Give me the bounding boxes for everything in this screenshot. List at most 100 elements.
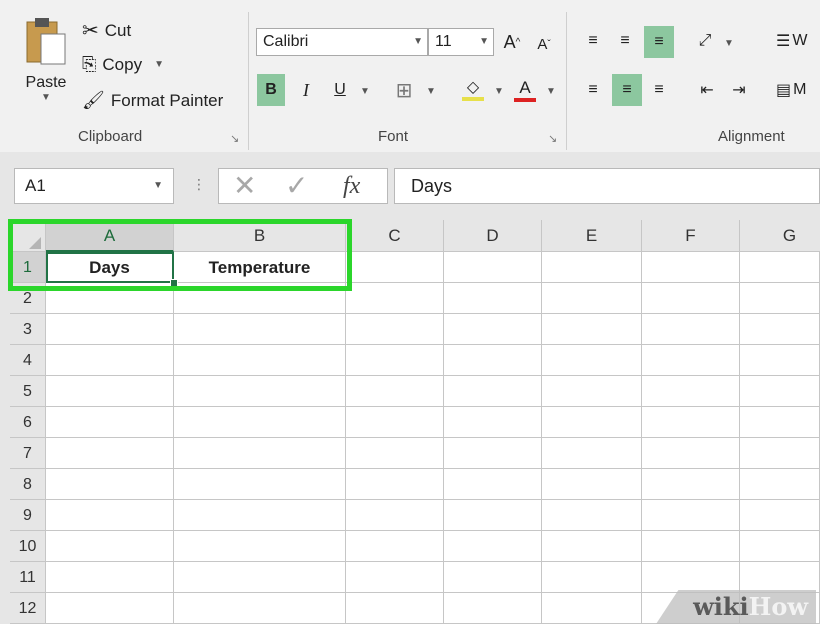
- row-header-10[interactable]: 10: [10, 531, 46, 562]
- font-color-button[interactable]: A: [510, 74, 540, 106]
- cut-button[interactable]: ✂ Cut: [82, 18, 131, 43]
- cancel-icon[interactable]: ✕: [233, 169, 256, 203]
- cell-c12[interactable]: [346, 593, 444, 624]
- cell-d2[interactable]: [444, 283, 542, 314]
- decrease-indent-button[interactable]: ⇤: [694, 74, 720, 106]
- cell-g6[interactable]: [740, 407, 820, 438]
- column-header-g[interactable]: G: [740, 220, 820, 252]
- cell-a1[interactable]: Days: [46, 252, 174, 283]
- cell-c7[interactable]: [346, 438, 444, 469]
- cell-b9[interactable]: [174, 500, 346, 531]
- cell-d8[interactable]: [444, 469, 542, 500]
- cell-a11[interactable]: [46, 562, 174, 593]
- cell-f8[interactable]: [642, 469, 740, 500]
- cell-f1[interactable]: [642, 252, 740, 283]
- cell-c9[interactable]: [346, 500, 444, 531]
- cell-f10[interactable]: [642, 531, 740, 562]
- paste-button[interactable]: Paste ▼: [18, 14, 74, 118]
- insert-function-icon[interactable]: fx: [343, 169, 360, 203]
- font-color-dropdown-icon[interactable]: ▼: [546, 86, 556, 97]
- column-header-d[interactable]: D: [444, 220, 542, 252]
- cell-f2[interactable]: [642, 283, 740, 314]
- cell-f3[interactable]: [642, 314, 740, 345]
- align-left-button[interactable]: ≡: [580, 74, 606, 106]
- cell-f7[interactable]: [642, 438, 740, 469]
- cell-a10[interactable]: [46, 531, 174, 562]
- cell-b1[interactable]: Temperature: [174, 252, 346, 283]
- orientation-button[interactable]: ⤢: [690, 26, 720, 56]
- row-header-2[interactable]: 2: [10, 283, 46, 314]
- cell-d5[interactable]: [444, 376, 542, 407]
- cell-a6[interactable]: [46, 407, 174, 438]
- cell-a2[interactable]: [46, 283, 174, 314]
- cell-c4[interactable]: [346, 345, 444, 376]
- cell-e5[interactable]: [542, 376, 642, 407]
- increase-indent-button[interactable]: ⇥: [726, 74, 752, 106]
- cell-f5[interactable]: [642, 376, 740, 407]
- cell-e8[interactable]: [542, 469, 642, 500]
- row-header-3[interactable]: 3: [10, 314, 46, 345]
- font-size-select[interactable]: 11 ▼: [428, 28, 494, 56]
- cell-d10[interactable]: [444, 531, 542, 562]
- cell-d12[interactable]: [444, 593, 542, 624]
- grow-font-button[interactable]: A ^: [500, 28, 524, 56]
- underline-dropdown-icon[interactable]: ▼: [360, 86, 370, 97]
- cell-g1[interactable]: [740, 252, 820, 283]
- cell-g9[interactable]: [740, 500, 820, 531]
- cell-d6[interactable]: [444, 407, 542, 438]
- cell-c2[interactable]: [346, 283, 444, 314]
- chevron-down-icon[interactable]: ▼: [153, 169, 163, 203]
- cell-e4[interactable]: [542, 345, 642, 376]
- underline-button[interactable]: U: [326, 74, 354, 106]
- cell-a8[interactable]: [46, 469, 174, 500]
- row-header-11[interactable]: 11: [10, 562, 46, 593]
- cell-c5[interactable]: [346, 376, 444, 407]
- cell-f9[interactable]: [642, 500, 740, 531]
- italic-button[interactable]: I: [292, 74, 320, 106]
- row-header-12[interactable]: 12: [10, 593, 46, 624]
- fill-color-button[interactable]: ◇: [456, 74, 490, 106]
- font-launcher-icon[interactable]: ↘: [548, 132, 557, 145]
- cell-c11[interactable]: [346, 562, 444, 593]
- cell-g4[interactable]: [740, 345, 820, 376]
- cell-d7[interactable]: [444, 438, 542, 469]
- cell-b8[interactable]: [174, 469, 346, 500]
- cell-a3[interactable]: [46, 314, 174, 345]
- top-align-button[interactable]: ≡: [580, 26, 606, 56]
- cell-e1[interactable]: [542, 252, 642, 283]
- cell-g2[interactable]: [740, 283, 820, 314]
- align-right-button[interactable]: ≡: [646, 74, 672, 106]
- fill-handle[interactable]: [170, 279, 178, 287]
- orientation-dropdown-icon[interactable]: ▼: [724, 38, 734, 49]
- cell-e10[interactable]: [542, 531, 642, 562]
- cell-g5[interactable]: [740, 376, 820, 407]
- cell-e7[interactable]: [542, 438, 642, 469]
- format-painter-button[interactable]: 🖌 Format Painter: [82, 90, 223, 111]
- column-header-a[interactable]: A: [46, 220, 174, 252]
- cell-e6[interactable]: [542, 407, 642, 438]
- cell-a5[interactable]: [46, 376, 174, 407]
- cell-b12[interactable]: [174, 593, 346, 624]
- cell-c10[interactable]: [346, 531, 444, 562]
- column-header-c[interactable]: C: [346, 220, 444, 252]
- cell-c1[interactable]: [346, 252, 444, 283]
- cell-d11[interactable]: [444, 562, 542, 593]
- cell-b6[interactable]: [174, 407, 346, 438]
- font-name-select[interactable]: Calibri ▼: [256, 28, 428, 56]
- cell-a12[interactable]: [46, 593, 174, 624]
- cell-g11[interactable]: [740, 562, 820, 593]
- cell-b10[interactable]: [174, 531, 346, 562]
- row-header-9[interactable]: 9: [10, 500, 46, 531]
- cell-e2[interactable]: [542, 283, 642, 314]
- cell-d4[interactable]: [444, 345, 542, 376]
- cell-b11[interactable]: [174, 562, 346, 593]
- clipboard-launcher-icon[interactable]: ↘: [230, 132, 239, 145]
- cell-a7[interactable]: [46, 438, 174, 469]
- paste-dropdown-icon[interactable]: ▼: [18, 92, 74, 103]
- row-header-8[interactable]: 8: [10, 469, 46, 500]
- cell-b5[interactable]: [174, 376, 346, 407]
- align-center-button[interactable]: ≡: [612, 74, 642, 106]
- cell-b7[interactable]: [174, 438, 346, 469]
- column-header-e[interactable]: E: [542, 220, 642, 252]
- bold-button[interactable]: B: [257, 74, 285, 106]
